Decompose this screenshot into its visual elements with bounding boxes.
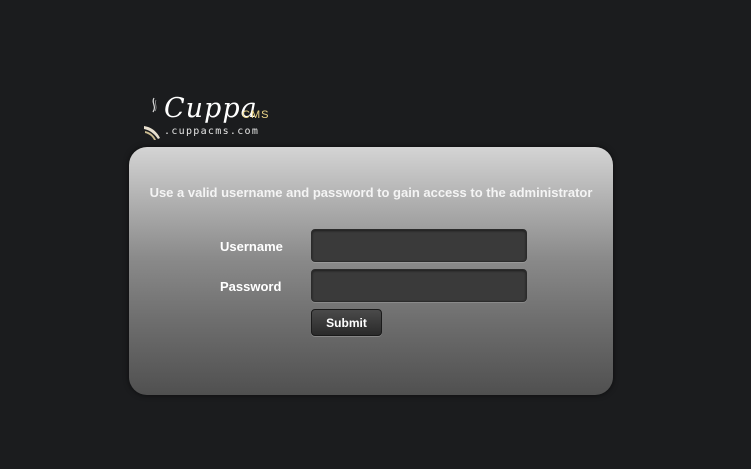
username-label: Username: [220, 239, 283, 254]
login-panel: Use a valid username and password to gai…: [129, 147, 613, 395]
logo-domain-text: .cuppacms.com: [164, 126, 260, 137]
submit-button[interactable]: Submit: [311, 309, 382, 336]
coffee-cup-icon: [144, 97, 160, 140]
cuppa-cms-logo: Cuppa CMS .cuppacms.com: [140, 94, 275, 142]
login-page: Cuppa CMS .cuppacms.com Use a valid user…: [0, 0, 751, 469]
logo-cms-text: CMS: [242, 109, 270, 121]
password-input[interactable]: [311, 269, 527, 302]
password-label: Password: [220, 279, 282, 294]
username-input[interactable]: [311, 229, 527, 262]
login-notice: Use a valid username and password to gai…: [149, 185, 593, 200]
